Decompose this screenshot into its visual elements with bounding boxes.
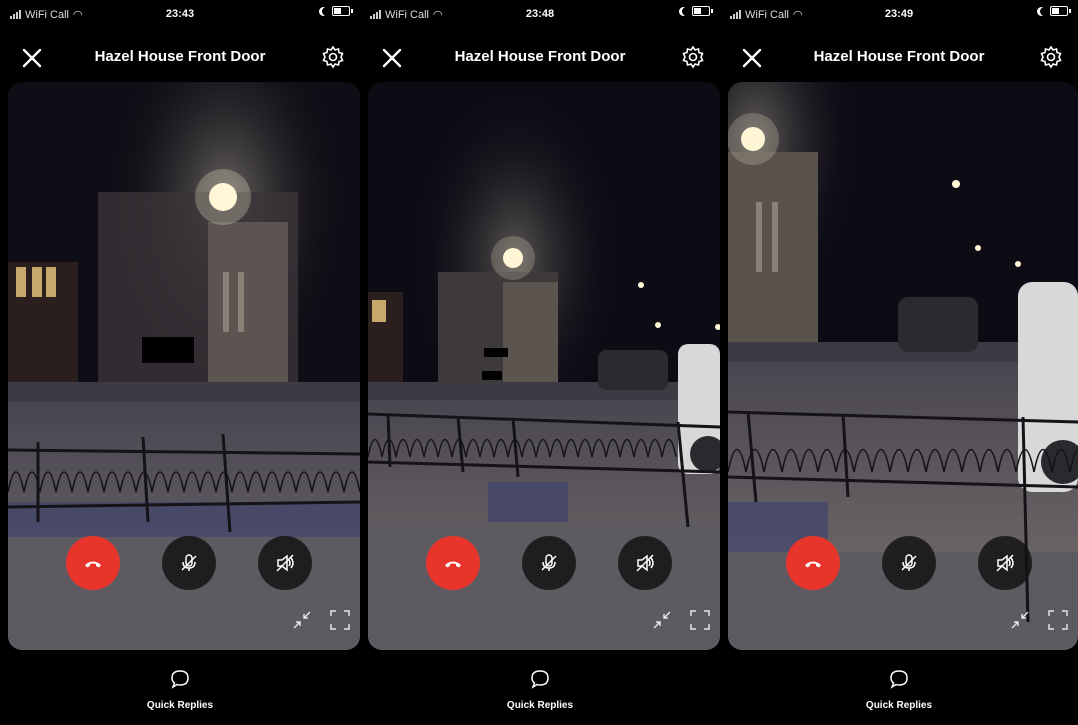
status-time: 23:43 [165, 8, 195, 20]
battery-icon [1050, 6, 1071, 16]
phone-hangup-icon [445, 561, 461, 568]
settings-button[interactable] [1038, 44, 1064, 70]
doorbell-call-screen-1: WiFi Call ◠ 23:43 Hazel House Front Door [0, 0, 360, 725]
phone-hangup-icon [85, 561, 101, 568]
speech-bubble-icon [890, 670, 908, 689]
status-right [318, 6, 353, 16]
battery-icon [332, 6, 353, 16]
microphone-muted-icon [541, 554, 557, 571]
redaction-box [482, 371, 502, 380]
settings-button[interactable] [680, 44, 706, 70]
status-time: 23:49 [884, 8, 914, 20]
quick-replies-button[interactable]: Quick Replies [360, 668, 720, 711]
quick-replies-label: Quick Replies [146, 700, 214, 711]
mute-microphone-button[interactable] [882, 536, 936, 590]
speech-bubble-icon [171, 670, 189, 689]
fullscreen-button[interactable] [328, 608, 352, 632]
call-header: Hazel House Front Door [0, 38, 360, 80]
redaction-box [142, 337, 194, 363]
page-title: Hazel House Front Door [94, 48, 266, 65]
call-controls [0, 536, 360, 592]
gear-icon [322, 45, 344, 69]
minimize-button[interactable] [1008, 608, 1032, 632]
fullscreen-icon [1048, 610, 1068, 630]
gear-icon [682, 45, 704, 69]
status-bar: WiFi Call ◠ 23:48 [360, 0, 720, 34]
minimize-arrows-icon [653, 611, 671, 629]
moon-icon [322, 7, 331, 16]
mute-speaker-button[interactable] [258, 536, 312, 590]
mute-speaker-button[interactable] [978, 536, 1032, 590]
mute-microphone-button[interactable] [522, 536, 576, 590]
end-call-button[interactable] [66, 536, 120, 590]
speaker-muted-icon [996, 554, 1014, 572]
status-bar: WiFi Call ◠ 23:49 [720, 0, 1078, 34]
moon-icon [1040, 7, 1049, 16]
quick-replies-label: Quick Replies [865, 700, 933, 711]
phone-hangup-icon [805, 561, 821, 568]
battery-icon [692, 6, 713, 16]
fullscreen-icon [330, 610, 350, 630]
mute-speaker-button[interactable] [618, 536, 672, 590]
minimize-arrows-icon [293, 611, 311, 629]
microphone-muted-icon [181, 554, 197, 571]
call-header: Hazel House Front Door [720, 38, 1078, 80]
page-title: Hazel House Front Door [454, 48, 626, 65]
speaker-muted-icon [636, 554, 654, 572]
speech-bubble-icon [531, 670, 549, 689]
microphone-muted-icon [901, 554, 917, 571]
fullscreen-icon [690, 610, 710, 630]
status-right [1036, 6, 1071, 16]
minimize-button[interactable] [290, 608, 314, 632]
page-title: Hazel House Front Door [813, 48, 985, 65]
quick-replies-label: Quick Replies [506, 700, 574, 711]
quick-replies-button[interactable]: Quick Replies [0, 668, 360, 711]
call-controls [360, 536, 720, 592]
minimize-arrows-icon [1011, 611, 1029, 629]
doorbell-call-screen-3: WiFi Call ◠ 23:49 Hazel House Front Door [720, 0, 1078, 725]
end-call-button[interactable] [786, 536, 840, 590]
settings-button[interactable] [320, 44, 346, 70]
mute-microphone-button[interactable] [162, 536, 216, 590]
quick-replies-button[interactable]: Quick Replies [720, 668, 1078, 711]
minimize-button[interactable] [650, 608, 674, 632]
gear-icon [1040, 45, 1062, 69]
call-controls [720, 536, 1078, 592]
status-right [678, 6, 713, 16]
call-header: Hazel House Front Door [360, 38, 720, 80]
status-time: 23:48 [525, 8, 555, 20]
redaction-box [484, 348, 508, 357]
speaker-muted-icon [276, 554, 294, 572]
end-call-button[interactable] [426, 536, 480, 590]
status-bar: WiFi Call ◠ 23:43 [0, 0, 360, 34]
fullscreen-button[interactable] [688, 608, 712, 632]
doorbell-call-screen-2: WiFi Call ◠ 23:48 Hazel House Front Door [360, 0, 720, 725]
fullscreen-button[interactable] [1046, 608, 1070, 632]
moon-icon [682, 7, 691, 16]
